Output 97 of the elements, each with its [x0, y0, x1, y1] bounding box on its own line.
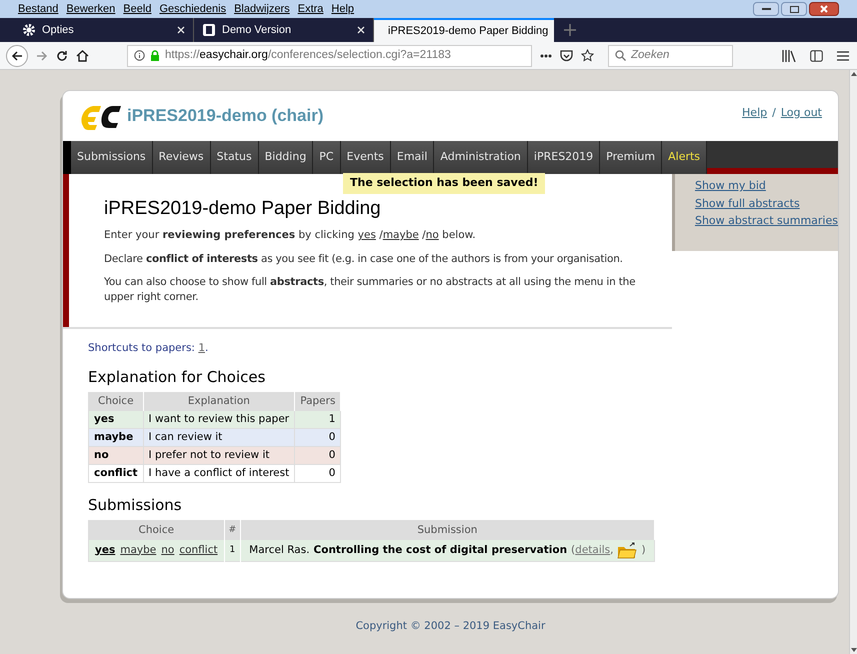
- table-cell: 0: [294, 464, 341, 482]
- page-heading: iPRES2019-demo Paper Bidding: [104, 198, 382, 220]
- back-icon: [11, 50, 23, 62]
- nav-tab[interactable]: Submissions: [71, 141, 153, 174]
- maximize-button[interactable]: [781, 2, 807, 16]
- menu-item[interactable]: Extra: [298, 0, 324, 18]
- nav-tab[interactable]: Email: [390, 141, 434, 174]
- table-cell: 1: [294, 410, 341, 428]
- table-cell: yes: [88, 410, 144, 428]
- table-cell: I prefer not to review it: [143, 446, 295, 464]
- address-bar[interactable]: https://easychair.org/conferences/selection.cgi?a=21183: [127, 44, 532, 66]
- scrollbar[interactable]: [849, 70, 857, 654]
- choice-link[interactable]: no: [426, 229, 439, 241]
- page-icon: [202, 23, 216, 37]
- more-icon[interactable]: [540, 54, 552, 58]
- details-link[interactable]: details: [575, 542, 610, 558]
- close-icon: [820, 5, 828, 13]
- table-cell: 0: [294, 428, 341, 446]
- column-header: Choice: [88, 392, 144, 410]
- home-icon[interactable]: [76, 50, 89, 62]
- nav-tab[interactable]: Status: [210, 141, 259, 174]
- help-link[interactable]: Help: [742, 105, 768, 122]
- sidebar-icon[interactable]: [810, 50, 823, 62]
- section-heading: Explanation for Choices: [88, 366, 266, 386]
- gear-icon: [22, 23, 36, 37]
- nav-tab[interactable]: PC: [313, 141, 341, 174]
- choice-link[interactable]: maybe: [382, 229, 419, 241]
- close-button[interactable]: [809, 2, 839, 16]
- intro-text: You can also choose to show full abstracts, their summaries or no abstracts at all using the menu in the upper right corner.: [104, 274, 636, 305]
- library-icon[interactable]: [782, 50, 796, 62]
- choice-link[interactable]: yes: [358, 229, 376, 241]
- menu-icon[interactable]: [837, 50, 849, 60]
- browser-tab[interactable]: iPRES2019-demo Paper Bidding: [374, 18, 554, 42]
- menu-item[interactable]: Beeld: [123, 0, 152, 18]
- table-cell: no: [88, 446, 144, 464]
- comma-text: ,: [610, 542, 614, 558]
- intro-text: Enter your reviewing preferences by clicking yes /maybe /no below.: [104, 228, 477, 243]
- column-header: Explanation: [143, 392, 295, 410]
- column-header: #: [224, 520, 241, 540]
- close-icon[interactable]: [177, 26, 185, 34]
- back-button[interactable]: [6, 44, 28, 66]
- table-cell: maybe: [88, 428, 144, 446]
- choice-link[interactable]: yes: [95, 542, 116, 558]
- choice-link[interactable]: maybe: [120, 542, 156, 558]
- info-icon: [134, 50, 145, 61]
- table-cell: 0: [294, 446, 341, 464]
- minimize-button[interactable]: [753, 2, 779, 16]
- reload-icon[interactable]: [56, 50, 68, 62]
- menu-item[interactable]: Bladwijzers: [234, 0, 290, 18]
- lock-icon: [150, 50, 160, 61]
- search-icon: [615, 50, 626, 61]
- column-header: Choice: [88, 520, 224, 540]
- sidebar-link[interactable]: Show abstract summaries: [694, 213, 838, 230]
- nav-tab[interactable]: Events: [340, 141, 391, 174]
- column-header: Submission: [240, 520, 654, 540]
- sidebar-link[interactable]: Show my bid: [694, 178, 838, 194]
- menu-item[interactable]: Bestand: [18, 0, 58, 18]
- choice-link[interactable]: conflict: [179, 542, 218, 558]
- pocket-icon[interactable]: [560, 50, 573, 62]
- forward-icon[interactable]: [36, 50, 48, 62]
- menu-item[interactable]: Bewerken: [66, 0, 116, 18]
- logout-link[interactable]: Log out: [780, 105, 822, 122]
- table-cell: conflict: [88, 464, 144, 482]
- table-cell: I can review it: [143, 428, 295, 446]
- search-input[interactable]: Zoeken: [631, 46, 721, 64]
- paper-title: Controlling the cost of digital preservation: [314, 542, 568, 558]
- section-heading: Submissions: [88, 494, 183, 514]
- save-notice: The selection has been saved!: [343, 173, 546, 194]
- folder-icon[interactable]: [617, 542, 638, 558]
- sidebar-link[interactable]: Show full abstracts: [694, 196, 838, 212]
- copyright-text: Copyright © 2002 – 2019 EasyChair: [354, 618, 546, 634]
- url-text: https://easychair.org/conferences/selection.cgi?a=21183: [165, 48, 451, 63]
- paren-text: (: [571, 542, 576, 558]
- conference-title: iPRES2019-demo (chair): [127, 105, 324, 128]
- star-icon[interactable]: [581, 49, 594, 62]
- nav-tab[interactable]: iPRES2019: [528, 141, 600, 174]
- search-field[interactable]: Zoeken: [608, 44, 733, 66]
- link-separator: /: [772, 105, 776, 121]
- table-cell: I want to review this paper: [143, 410, 295, 428]
- column-header: Papers: [294, 392, 341, 410]
- intro-text: Declare conflict of interests as you see fit (e.g. in case one of the authors is from your organisation.: [104, 252, 624, 267]
- scroll-down-icon[interactable]: [850, 648, 856, 652]
- close-icon[interactable]: [357, 26, 365, 34]
- menu-item[interactable]: Help: [331, 0, 354, 18]
- table-cell: I have a conflict of interest: [143, 464, 295, 482]
- nav-tab[interactable]: Reviews: [152, 141, 211, 174]
- paper-link[interactable]: 1: [198, 342, 205, 354]
- nav-tab[interactable]: Premium: [600, 141, 662, 174]
- scroll-up-icon[interactable]: [850, 72, 856, 76]
- nav-tab[interactable]: Bidding: [258, 141, 314, 174]
- shortcuts-text: Shortcuts to papers: 1.: [88, 340, 210, 356]
- author-text: Marcel Ras.: [249, 542, 310, 558]
- nav-tab[interactable]: Alerts: [662, 141, 708, 174]
- menu-item[interactable]: Geschiedenis: [159, 0, 226, 18]
- choice-link[interactable]: no: [161, 542, 174, 558]
- nav-tab[interactable]: Administration: [434, 141, 528, 174]
- paren-text: ): [641, 542, 646, 558]
